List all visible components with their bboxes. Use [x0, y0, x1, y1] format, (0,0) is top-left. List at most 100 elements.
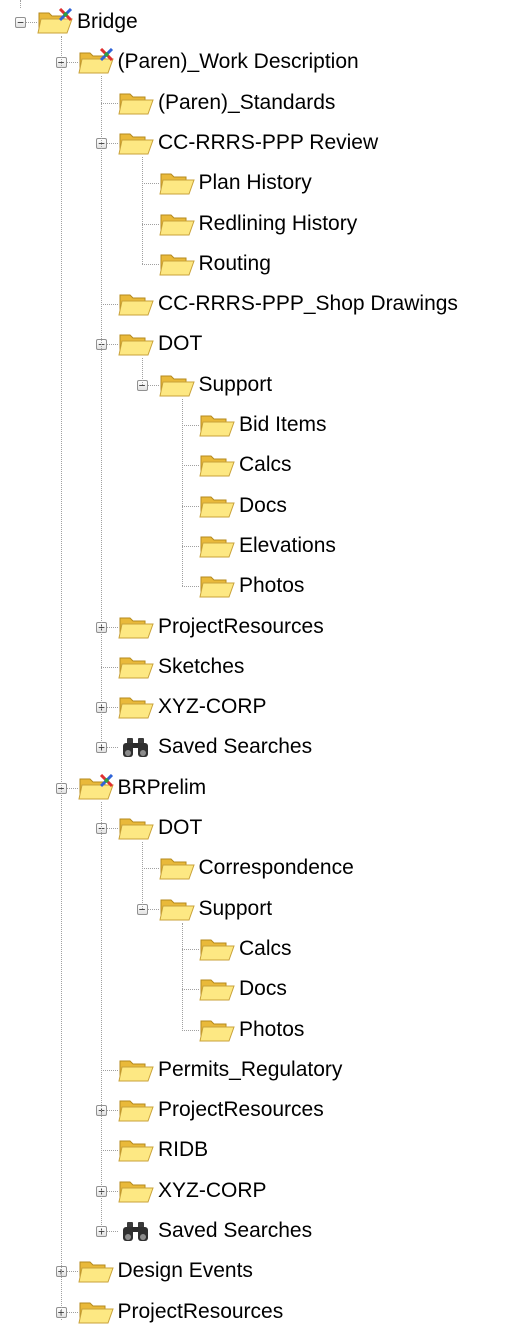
tree-connector-line	[182, 425, 199, 426]
tree-connector-line	[182, 948, 199, 950]
tree-connector-line	[101, 102, 118, 104]
tree-connector-line	[60, 36, 62, 1320]
tree-node-label: Elevations	[239, 533, 336, 557]
folder-icon	[158, 210, 195, 238]
tree-node-label: Photos	[239, 1017, 305, 1041]
tree-connector-line	[107, 344, 118, 346]
folder-icon	[158, 250, 195, 278]
tree-connector-line	[101, 666, 118, 668]
tree-node-label: RIDB	[158, 1138, 209, 1162]
tree-connector-line	[66, 1271, 78, 1273]
folder-icon	[199, 572, 235, 600]
tree-node-label: Support	[198, 896, 273, 920]
tree-node-label: Saved Searches	[158, 1219, 313, 1242]
tree-connector-line	[101, 801, 102, 1231]
tree-connector-line	[141, 183, 159, 185]
tree-connector-line	[141, 868, 159, 870]
tree-node-label: Calcs	[239, 936, 292, 960]
tree-connector-line	[66, 1311, 78, 1313]
folder-icon	[199, 935, 235, 963]
collapse-toggle[interactable]: −	[15, 17, 26, 28]
folder-icon	[118, 1096, 154, 1124]
tree-node-label: ProjectResources	[158, 1098, 324, 1122]
folder-icon	[118, 1177, 154, 1205]
tree-node-label: Photos	[239, 574, 305, 598]
tree-node-label: Calcs	[239, 453, 292, 477]
folder-icon	[118, 89, 154, 117]
tree-connector-line	[182, 586, 199, 588]
tree-node-label: BRPrelim	[117, 775, 207, 799]
tree-connector-line	[141, 358, 143, 385]
folder-icon	[118, 693, 154, 721]
tree-connector-line	[101, 304, 118, 306]
project-folder-icon	[77, 773, 114, 802]
folder-icon	[158, 169, 195, 197]
folder-icon	[199, 1016, 235, 1044]
folder-icon	[77, 1298, 114, 1326]
binoculars-icon	[118, 1217, 154, 1245]
tree-node-label: XYZ-CORP	[158, 695, 267, 719]
folder-icon	[118, 1056, 154, 1084]
tree-connector-line	[107, 1190, 118, 1192]
tree-connector-line	[66, 787, 78, 789]
tree-node-label: Bridge	[77, 10, 138, 33]
tree-node-label: Docs	[239, 493, 287, 517]
tree-connector-line	[107, 707, 118, 709]
folder-icon	[199, 451, 235, 479]
tree-connector-line	[182, 922, 183, 1030]
tree-connector-line	[107, 1110, 118, 1112]
project-folder-icon	[37, 8, 73, 36]
tree-connector-line	[182, 1029, 199, 1031]
tree-connector-line	[101, 1150, 118, 1152]
tree-connector-line	[107, 626, 118, 628]
folder-icon	[118, 653, 154, 681]
tree-node-label: XYZ-CORP	[158, 1178, 267, 1202]
folder-icon	[118, 613, 154, 641]
tree-node-label: Design Events	[117, 1259, 253, 1283]
tree-connector-line	[182, 545, 199, 547]
tree-connector-line	[182, 465, 199, 467]
tree-connector-line	[141, 842, 143, 909]
tree-connector-line	[182, 398, 183, 587]
tree-node-label: Bid Items	[239, 413, 327, 436]
tree-connector-line	[147, 908, 159, 910]
project-folder-icon	[77, 48, 114, 76]
folder-icon	[199, 492, 235, 520]
tree-node-label: Permits_Regulatory	[158, 1057, 343, 1081]
tree-node-label: Redlining History	[198, 211, 358, 235]
folder-icon	[118, 330, 154, 358]
folder-icon	[158, 371, 195, 399]
tree-node-label: ProjectResources	[117, 1299, 284, 1323]
tree-node-label: CC-RRRS-PPP_Shop Drawings	[158, 292, 458, 316]
folder-icon	[118, 129, 154, 157]
tree-node-label: Plan History	[198, 171, 312, 195]
tree-connector-line	[147, 384, 159, 386]
tree-node-label: Support	[198, 372, 273, 396]
folder-icon	[77, 1257, 114, 1285]
tree-connector-line	[107, 142, 118, 144]
tree-connector-line	[107, 1231, 118, 1232]
tree-node-label: DOT	[158, 332, 203, 356]
folder-tree: − Bridge − (Paren)_Work Description (Paren)_…	[0, 0, 528, 1324]
tree-connector-line	[182, 989, 199, 991]
folder-icon	[199, 975, 235, 1003]
tree-node-label: ProjectResources	[158, 614, 324, 638]
tree-connector-line	[66, 62, 78, 64]
folder-icon	[118, 814, 154, 842]
tree-node-label: CC-RRRS-PPP Review	[158, 130, 379, 154]
tree-connector-line	[141, 263, 159, 265]
tree-node-label: Saved Searches	[158, 735, 313, 759]
tree-connector-line	[20, 0, 21, 8]
tree-connector-line	[141, 156, 143, 264]
folder-icon	[158, 895, 195, 923]
tree-connector-line	[101, 1069, 118, 1071]
tree-node-label: Routing	[198, 251, 271, 275]
folder-icon	[158, 854, 195, 882]
tree-node-label: Sketches	[158, 654, 245, 678]
tree-node-label: DOT	[158, 816, 203, 839]
folder-icon	[118, 290, 154, 318]
binoculars-icon	[118, 733, 154, 761]
tree-connector-line	[182, 505, 199, 507]
tree-node-label: Docs	[239, 977, 287, 1001]
folder-icon	[118, 1136, 154, 1164]
